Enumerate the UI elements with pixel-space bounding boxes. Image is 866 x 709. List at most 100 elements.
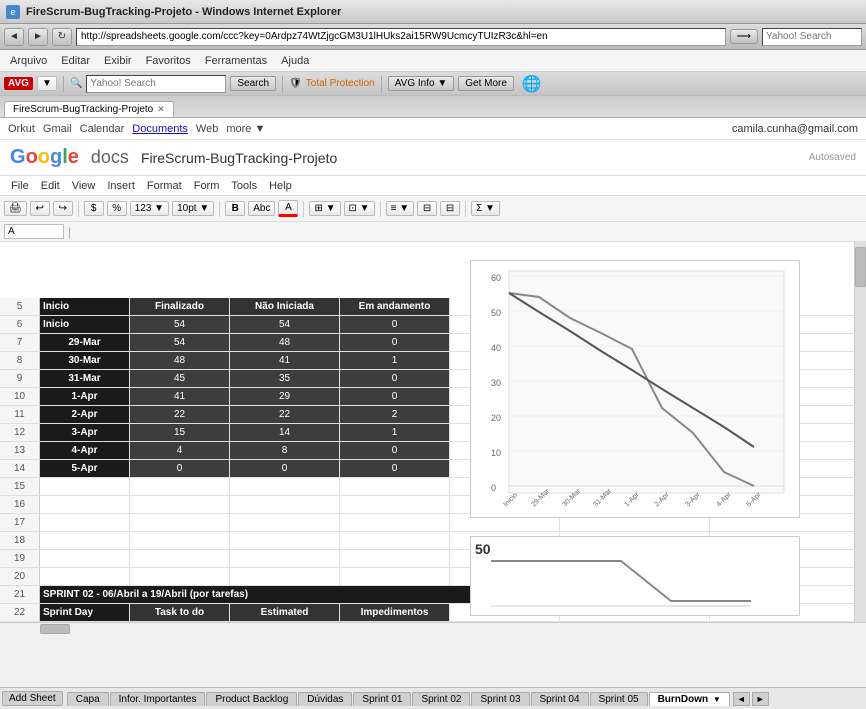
cell-b19[interactable] xyxy=(130,550,230,567)
font-color-btn[interactable]: A xyxy=(278,200,298,217)
formula-btn[interactable]: Σ ▼ xyxy=(471,201,500,216)
menu-editar[interactable]: Editar xyxy=(55,53,96,69)
cell-b7[interactable]: 54 xyxy=(130,334,230,351)
cell-b5[interactable]: Finalizado xyxy=(130,298,230,315)
go-button[interactable]: ⟶ xyxy=(730,29,758,44)
redo-btn[interactable]: ↪ xyxy=(53,201,73,216)
cell-b12[interactable]: 15 xyxy=(130,424,230,441)
percent-btn[interactable]: % xyxy=(107,201,127,216)
cell-c11[interactable]: 22 xyxy=(230,406,340,423)
cell-c20[interactable] xyxy=(230,568,340,585)
address-input[interactable] xyxy=(76,28,726,46)
cell-d20[interactable] xyxy=(340,568,450,585)
undo-btn[interactable]: ↩ xyxy=(30,201,50,216)
cell-b13[interactable]: 4 xyxy=(130,442,230,459)
cell-a18[interactable] xyxy=(40,532,130,549)
tab-duvidas[interactable]: Dúvidas xyxy=(298,692,352,706)
avg-info-btn[interactable]: AVG Info ▼ xyxy=(388,76,455,91)
ss-menu-insert[interactable]: Insert xyxy=(102,179,140,193)
cell-d19[interactable] xyxy=(340,550,450,567)
tab-infor[interactable]: Infor. Importantes xyxy=(110,692,206,706)
scrollbar-thumb-h[interactable] xyxy=(40,624,70,634)
cell-b17[interactable] xyxy=(130,514,230,531)
avg-extra-icon[interactable]: 🌐 xyxy=(522,74,542,94)
tab-scroll-right[interactable]: ► xyxy=(752,692,769,706)
cell-c12[interactable]: 14 xyxy=(230,424,340,441)
cell-d15[interactable] xyxy=(340,478,450,495)
cell-d12[interactable]: 1 xyxy=(340,424,450,441)
cell-a20[interactable] xyxy=(40,568,130,585)
cell-a16[interactable] xyxy=(40,496,130,513)
add-sheet-button[interactable]: Add Sheet xyxy=(2,691,63,706)
cell-b8[interactable]: 48 xyxy=(130,352,230,369)
cell-c22[interactable]: Estimated xyxy=(230,604,340,621)
cell-a8[interactable]: 30-Mar xyxy=(40,352,130,369)
cell-d14[interactable]: 0 xyxy=(340,460,450,477)
browser-tab[interactable]: FireScrum-BugTracking-Projeto ✕ xyxy=(4,101,174,117)
cell-a22[interactable]: Sprint Day xyxy=(40,604,130,621)
cell-c19[interactable] xyxy=(230,550,340,567)
nav-orkut[interactable]: Orkut xyxy=(8,123,35,135)
nav-documents[interactable]: Documents xyxy=(132,123,188,135)
tab-sprint01[interactable]: Sprint 01 xyxy=(353,692,411,706)
ss-menu-view[interactable]: View xyxy=(67,179,101,193)
close-icon[interactable]: ✕ xyxy=(157,104,165,115)
cell-d5[interactable]: Em andamento xyxy=(340,298,450,315)
font-size-btn[interactable]: 10pt ▼ xyxy=(172,201,214,216)
tab-capa[interactable]: Capa xyxy=(67,692,109,706)
cell-b11[interactable]: 22 xyxy=(130,406,230,423)
cell-b6[interactable]: 54 xyxy=(130,316,230,333)
cell-a9[interactable]: 31-Mar xyxy=(40,370,130,387)
cell-c10[interactable]: 29 xyxy=(230,388,340,405)
tab-sprint04[interactable]: Sprint 04 xyxy=(531,692,589,706)
menu-favoritos[interactable]: Favoritos xyxy=(140,53,197,69)
cell-c16[interactable] xyxy=(230,496,340,513)
cell-d11[interactable]: 2 xyxy=(340,406,450,423)
cell-d10[interactable]: 0 xyxy=(340,388,450,405)
cell-a19[interactable] xyxy=(40,550,130,567)
dollar-btn[interactable]: $ xyxy=(84,201,104,216)
scrollbar-thumb-v[interactable] xyxy=(855,247,866,287)
borders-btn[interactable]: ⊞ ▼ xyxy=(309,201,340,216)
cell-c18[interactable] xyxy=(230,532,340,549)
cell-b14[interactable]: 0 xyxy=(130,460,230,477)
cell-a5[interactable]: Inicio xyxy=(40,298,130,315)
bold-btn[interactable]: B xyxy=(225,201,245,216)
merge-btn[interactable]: ⊡ ▼ xyxy=(344,201,375,216)
cell-c13[interactable]: 8 xyxy=(230,442,340,459)
menu-ajuda[interactable]: Ajuda xyxy=(275,53,315,69)
tab-sprint03[interactable]: Sprint 03 xyxy=(471,692,529,706)
cell-d18[interactable] xyxy=(340,532,450,549)
refresh-button[interactable]: ↻ xyxy=(52,28,72,46)
tab-sprint02[interactable]: Sprint 02 xyxy=(412,692,470,706)
cell-b10[interactable]: 41 xyxy=(130,388,230,405)
cell-a13[interactable]: 4-Apr xyxy=(40,442,130,459)
cell-b15[interactable] xyxy=(130,478,230,495)
menu-arquivo[interactable]: Arquivo xyxy=(4,53,53,69)
gdocs-title[interactable]: FireScrum-BugTracking-Projeto xyxy=(141,150,337,166)
cell-c17[interactable] xyxy=(230,514,340,531)
yahoo-search-input[interactable] xyxy=(762,28,862,46)
menu-ferramentas[interactable]: Ferramentas xyxy=(199,53,273,69)
cell-b18[interactable] xyxy=(130,532,230,549)
cell-c7[interactable]: 48 xyxy=(230,334,340,351)
cell-d8[interactable]: 1 xyxy=(340,352,450,369)
cell-d16[interactable] xyxy=(340,496,450,513)
valign-btn[interactable]: ⊟ xyxy=(440,201,460,216)
cell-b20[interactable] xyxy=(130,568,230,585)
cell-a7[interactable]: 29-Mar xyxy=(40,334,130,351)
nav-more[interactable]: more ▼ xyxy=(226,123,265,135)
cell-a17[interactable] xyxy=(40,514,130,531)
avg-dropdown-btn[interactable]: ▼ xyxy=(37,76,57,91)
nav-gmail[interactable]: Gmail xyxy=(43,123,72,135)
back-button[interactable]: ◄ xyxy=(4,28,24,46)
ss-menu-format[interactable]: Format xyxy=(142,179,187,193)
tab-sprint05[interactable]: Sprint 05 xyxy=(590,692,648,706)
cell-d6[interactable]: 0 xyxy=(340,316,450,333)
scrollbar-v[interactable] xyxy=(854,242,866,622)
ss-menu-edit[interactable]: Edit xyxy=(36,179,65,193)
nav-calendar[interactable]: Calendar xyxy=(80,123,125,135)
ss-menu-form[interactable]: Form xyxy=(189,179,225,193)
cell-d7[interactable]: 0 xyxy=(340,334,450,351)
wrap-btn[interactable]: ⊟ xyxy=(417,201,437,216)
